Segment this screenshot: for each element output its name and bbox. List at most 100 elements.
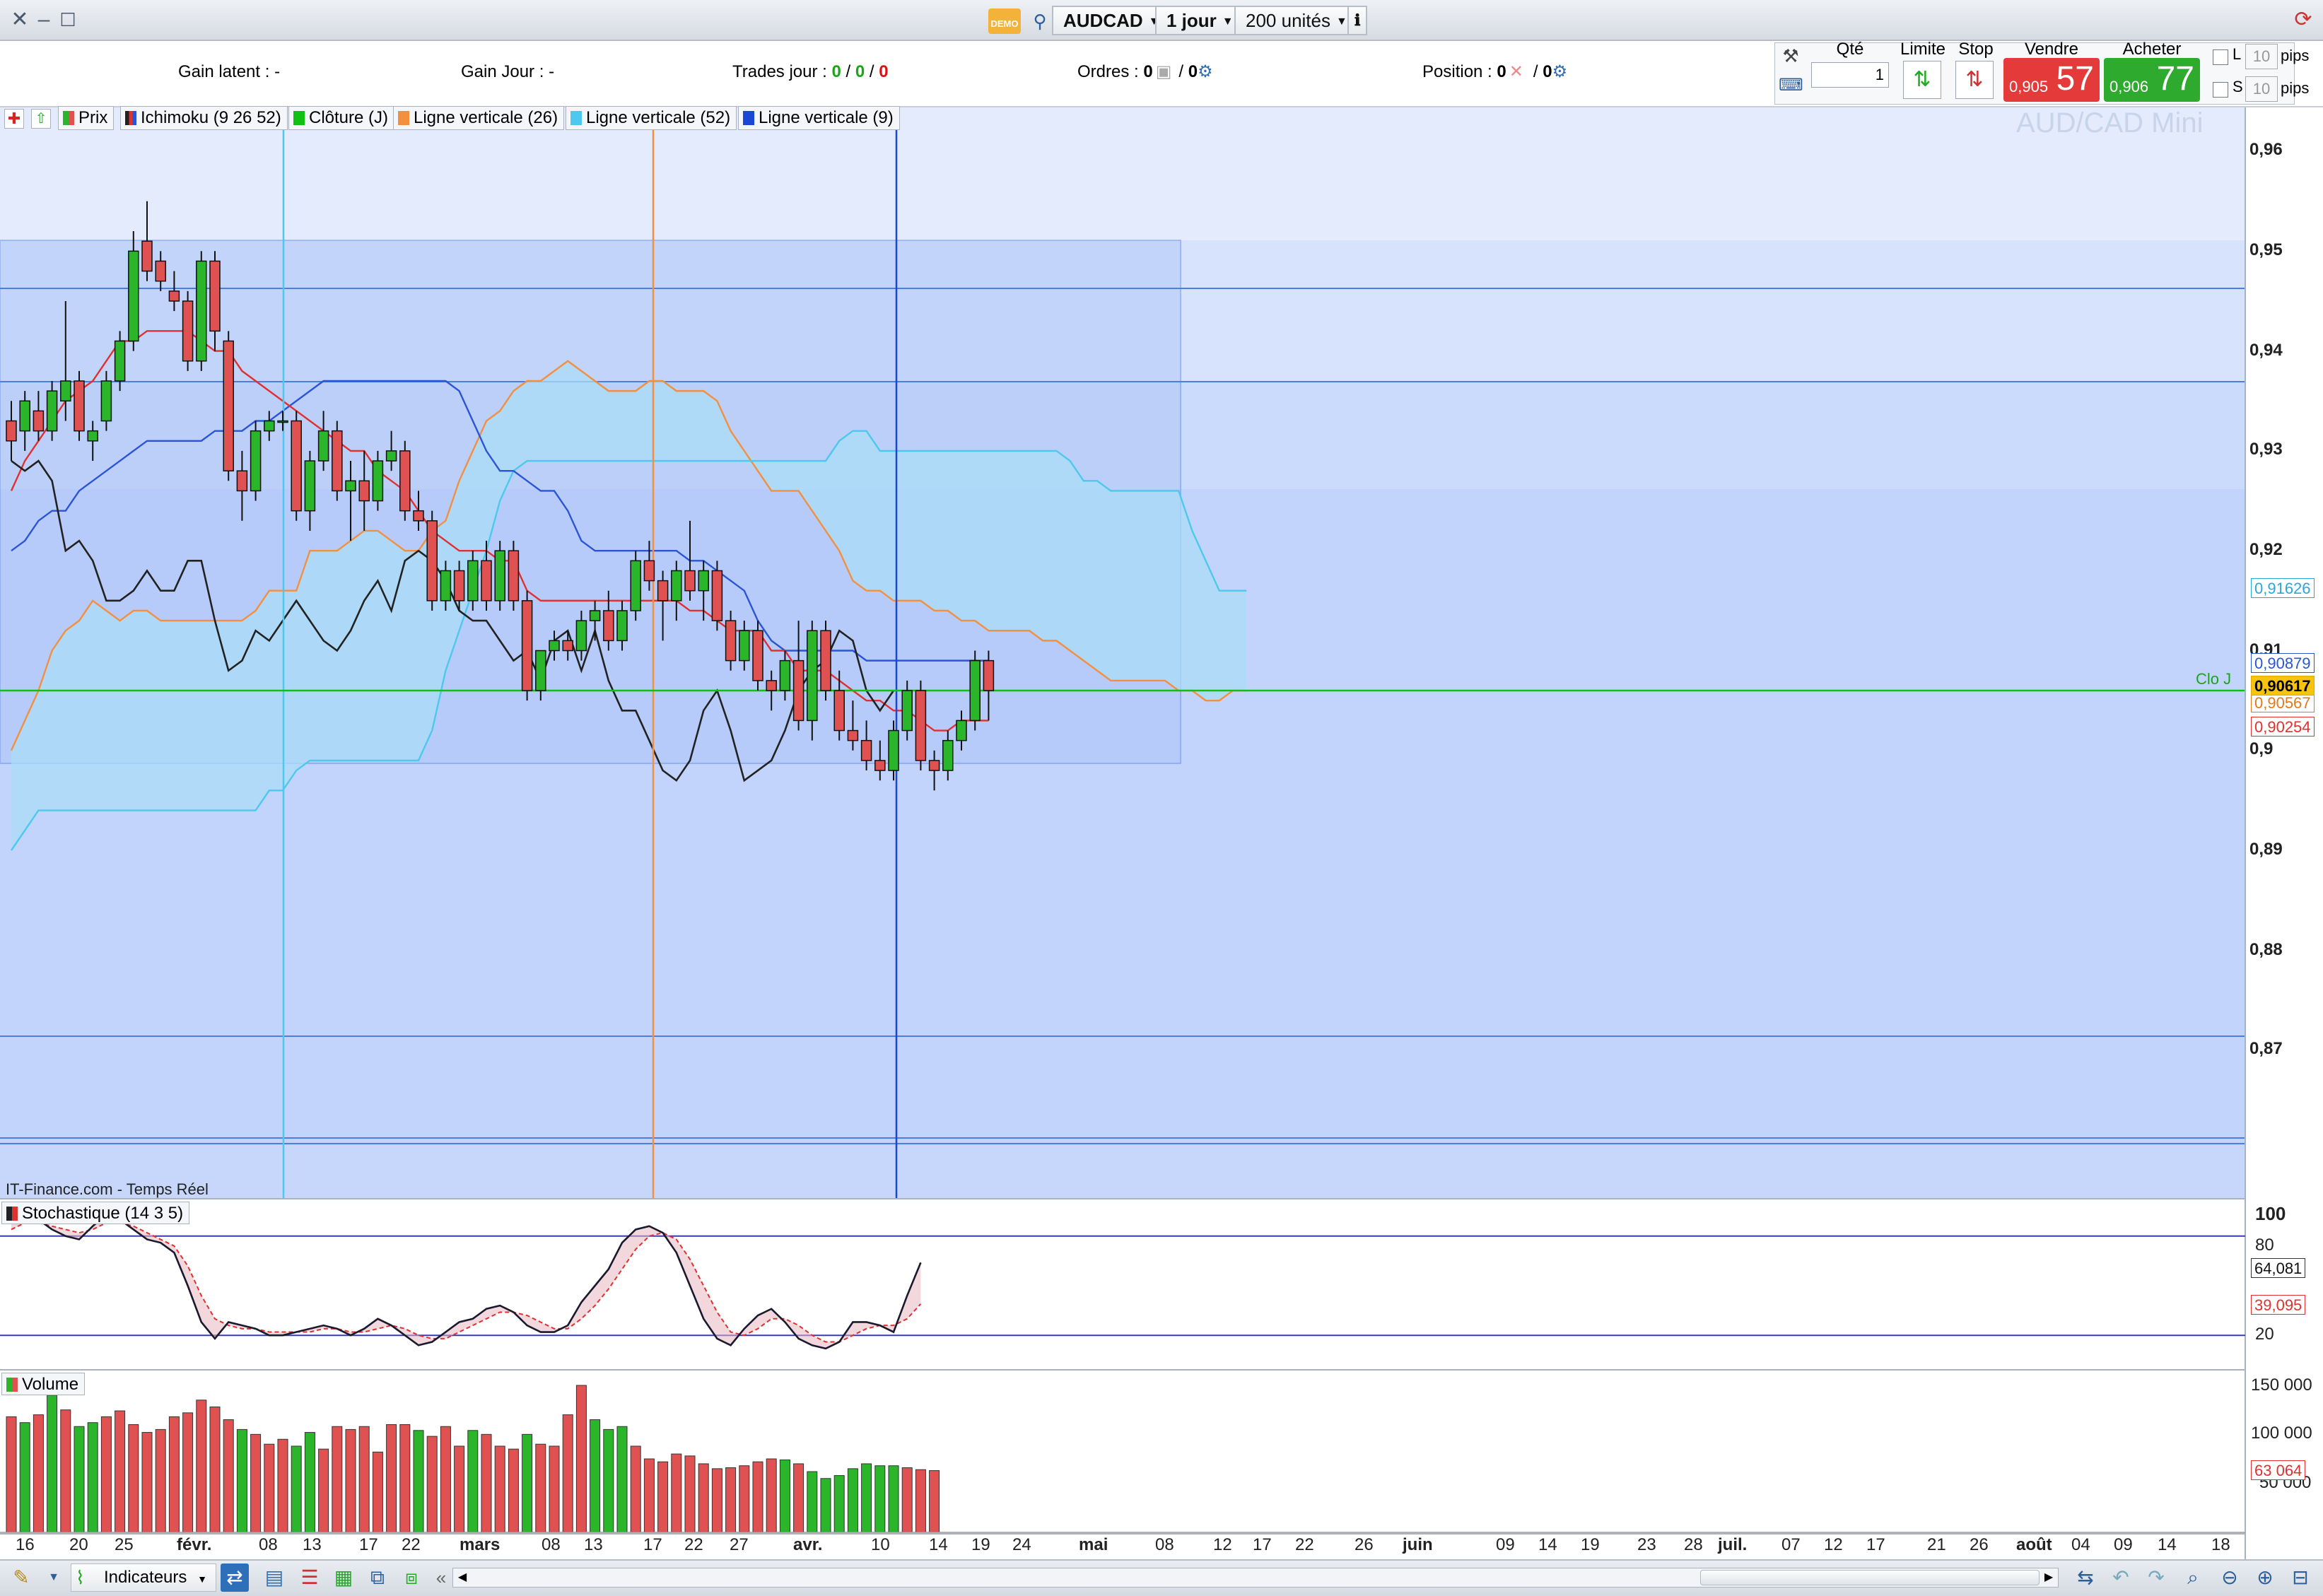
candle-body bbox=[209, 260, 221, 332]
wrench-icon[interactable]: ⚒ bbox=[1779, 45, 1803, 69]
collapse-icon[interactable]: « bbox=[427, 1563, 455, 1592]
cancel-icon[interactable]: ✕ bbox=[1509, 62, 1523, 81]
share-icon[interactable]: ⇄ bbox=[221, 1563, 249, 1592]
candle-body bbox=[141, 240, 153, 272]
legend-stochastic[interactable]: Stochastique (14 3 5) bbox=[1, 1202, 190, 1224]
candle-body bbox=[223, 340, 234, 471]
candle-body bbox=[155, 260, 166, 282]
symbol-selector[interactable]: AUDCAD ▼ bbox=[1052, 6, 1171, 35]
candle-body bbox=[847, 729, 859, 741]
candle-body bbox=[874, 760, 886, 771]
link-icon[interactable]: ⚲ bbox=[1029, 7, 1051, 35]
cancel-icon[interactable]: ▣ bbox=[1156, 62, 1172, 81]
candle-body bbox=[182, 300, 194, 362]
watermark: AUD/CAD Mini bbox=[2016, 107, 2204, 139]
minimize-icon[interactable]: – bbox=[31, 7, 57, 33]
legend-cloture[interactable]: Clôture (J) bbox=[288, 106, 395, 130]
x-tick-label: 16 bbox=[16, 1535, 35, 1554]
template-icon[interactable]: ▤ bbox=[260, 1563, 288, 1592]
refresh-icon[interactable]: ⟳ bbox=[2290, 7, 2316, 33]
candle-body bbox=[671, 570, 682, 602]
add-indicator-icon[interactable]: ✚ bbox=[4, 109, 24, 129]
scroll-right-icon[interactable]: ▶ bbox=[2040, 1568, 2058, 1587]
stop-order-button[interactable]: ⇅ bbox=[1955, 61, 1994, 99]
l-checkbox[interactable] bbox=[2213, 49, 2228, 65]
volume-bar bbox=[549, 1445, 560, 1533]
timeframe-selector[interactable]: 1 jour ▼ bbox=[1155, 6, 1245, 35]
maximize-icon[interactable]: ☐ bbox=[55, 7, 81, 33]
candle-body bbox=[87, 430, 98, 442]
quantity-input[interactable] bbox=[1811, 62, 1889, 88]
draw-tool-icon[interactable]: ✎ bbox=[7, 1563, 35, 1592]
volume-bar bbox=[603, 1428, 614, 1533]
candle-body bbox=[657, 580, 669, 602]
limit-order-button[interactable]: ⇅ bbox=[1903, 61, 1941, 99]
units-selector[interactable]: 200 unités ▼ bbox=[1234, 6, 1359, 35]
volume-bar bbox=[698, 1463, 709, 1533]
alert-icon[interactable]: ☰ bbox=[296, 1563, 324, 1592]
legend-ichimoku[interactable]: Ichimoku (9 26 52) bbox=[120, 106, 288, 130]
scroll-left-icon[interactable]: ◀ bbox=[453, 1568, 472, 1587]
volume-bar bbox=[807, 1471, 818, 1533]
x-tick-label: 26 bbox=[1354, 1535, 1374, 1554]
indicators-button[interactable]: ⌇ Indicateurs ▼ bbox=[71, 1563, 216, 1592]
symbol-label: AUDCAD bbox=[1063, 10, 1143, 31]
table-icon[interactable]: ▦ bbox=[329, 1563, 358, 1592]
time-scrollbar[interactable]: ◀ ▶ bbox=[452, 1568, 2059, 1588]
candle-body bbox=[399, 450, 411, 512]
window-icon[interactable]: ⧉ bbox=[363, 1563, 392, 1592]
info-icon[interactable]: ℹ bbox=[1347, 6, 1368, 35]
candle-body bbox=[114, 340, 126, 382]
x-tick-label: 17 bbox=[643, 1535, 662, 1554]
x-tick-label: 13 bbox=[303, 1535, 322, 1554]
volume-bar bbox=[508, 1448, 519, 1533]
buy-label: Acheter bbox=[2122, 40, 2182, 59]
l-pips-input[interactable]: 10 bbox=[2245, 44, 2278, 69]
s-checkbox[interactable] bbox=[2213, 82, 2228, 98]
volume-bar bbox=[386, 1424, 397, 1533]
undo-icon[interactable]: ↶ bbox=[2107, 1563, 2135, 1592]
legend-volume[interactable]: Volume bbox=[1, 1373, 86, 1395]
sell-label: Vendre bbox=[2024, 40, 2079, 59]
candle-body bbox=[317, 430, 329, 462]
legend-lv52[interactable]: Ligne verticale (52) bbox=[566, 106, 737, 130]
source-area bbox=[0, 1199, 2245, 1305]
legend-prix[interactable]: Prix bbox=[58, 106, 115, 130]
candle-body bbox=[345, 480, 356, 492]
scroll-thumb[interactable] bbox=[1700, 1570, 2040, 1585]
volume-bar bbox=[739, 1465, 750, 1533]
candle-body bbox=[291, 420, 302, 512]
candle-body bbox=[250, 430, 262, 492]
legend-lv26[interactable]: Ligne verticale (26) bbox=[393, 106, 565, 130]
x-tick-label: 24 bbox=[1012, 1535, 1031, 1554]
volume-bar bbox=[358, 1426, 370, 1533]
indicators-label: Indicateurs bbox=[104, 1568, 187, 1587]
candle-body bbox=[630, 560, 641, 611]
legend-lv9[interactable]: Ligne verticale (9) bbox=[738, 106, 900, 130]
zoom-out-icon[interactable]: ⊖ bbox=[2216, 1563, 2244, 1592]
volume-bar bbox=[575, 1385, 587, 1533]
keyboard-icon[interactable]: ⌨ bbox=[1779, 75, 1803, 96]
s-pips-input[interactable]: 10 bbox=[2245, 76, 2278, 102]
x-tick-label: 07 bbox=[1781, 1535, 1801, 1554]
volume-bar bbox=[562, 1414, 573, 1533]
volume-bar bbox=[711, 1468, 722, 1533]
reset-view-icon[interactable]: ⇆ bbox=[2071, 1563, 2100, 1592]
sell-button[interactable]: 0,905 57 bbox=[2003, 58, 2100, 102]
gear-icon[interactable]: ⚙ bbox=[1552, 62, 1568, 81]
zoom-area-icon[interactable]: ⌕ bbox=[2179, 1563, 2207, 1592]
stoch-y-100: 100 bbox=[2255, 1203, 2286, 1224]
zoom-in-icon[interactable]: ⊕ bbox=[2251, 1563, 2279, 1592]
price-chart[interactable] bbox=[0, 107, 2323, 1559]
arrow-up-icon[interactable]: ⇧ bbox=[31, 109, 51, 129]
gear-icon[interactable]: ⚙ bbox=[1198, 62, 1213, 81]
candle-body bbox=[901, 690, 913, 732]
chevron-down-icon[interactable]: ▼ bbox=[40, 1563, 68, 1592]
layers-icon[interactable]: ⧈ bbox=[397, 1563, 426, 1592]
ruler-icon[interactable]: ⊟ bbox=[2286, 1563, 2315, 1592]
buy-button[interactable]: 0,906 77 bbox=[2104, 58, 2200, 102]
volume-bar bbox=[725, 1467, 737, 1533]
x-tick-label: févr. bbox=[177, 1535, 212, 1554]
redo-icon[interactable]: ↷ bbox=[2142, 1563, 2170, 1592]
close-icon[interactable]: ✕ bbox=[7, 7, 33, 33]
